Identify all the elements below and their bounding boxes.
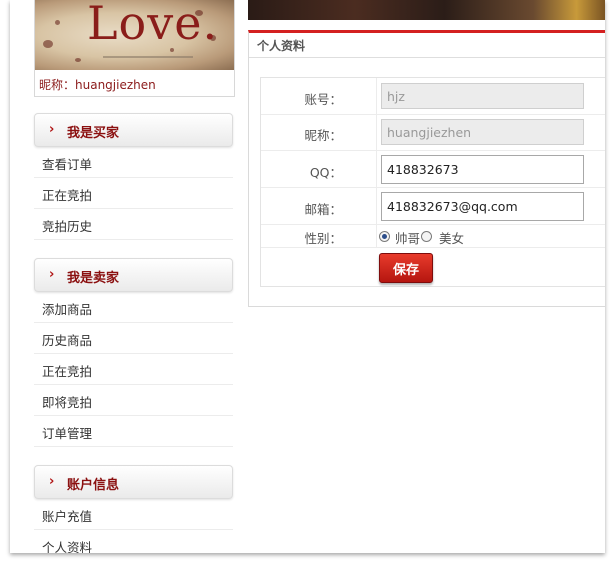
sidebar-item-upcoming-auctions[interactable]: 即将竞拍 xyxy=(34,385,233,416)
avatar: Love. xyxy=(35,0,234,70)
form-label-cell: 昵称： xyxy=(261,115,377,150)
section-title: 账户信息 xyxy=(67,478,120,493)
sidebar-item-bid-history[interactable]: 竞拍历史 xyxy=(34,209,233,240)
sidebar-item-label: 添加商品 xyxy=(42,302,93,317)
section-title: 我是卖家 xyxy=(67,271,120,286)
email-field[interactable] xyxy=(381,192,584,221)
gender-radio-female[interactable] xyxy=(421,231,432,242)
sidebar-item-label: 个人资料 xyxy=(42,540,93,553)
top-banner-image xyxy=(248,0,605,20)
gender-radio-male[interactable] xyxy=(379,231,390,242)
section-buyer-header[interactable]: › 我是买家 xyxy=(34,113,233,147)
nickname-label: 昵称： xyxy=(39,78,76,92)
form-row-nickname: 昵称： xyxy=(261,115,605,151)
sidebar-item-add-product[interactable]: 添加商品 xyxy=(34,292,233,323)
avatar-text: Love. xyxy=(87,0,219,50)
account-label: 账号： xyxy=(304,92,342,107)
form-label-cell: QQ： xyxy=(261,151,377,187)
sidebar-item-bidding[interactable]: 正在竞拍 xyxy=(34,178,233,209)
gender-option-label: 帅哥 xyxy=(395,231,421,246)
nickname-value: huangjiezhen xyxy=(75,78,156,92)
sidebar-item-label: 账户充值 xyxy=(42,509,93,524)
chevron-right-icon: › xyxy=(49,122,55,137)
form-row-qq: QQ： xyxy=(261,151,605,188)
sidebar-item-label: 历史商品 xyxy=(42,333,93,348)
sidebar-item-profile[interactable]: 个人资料 xyxy=(34,530,233,553)
profile-card: Love. 昵称：huangjiezhen xyxy=(34,0,235,97)
sidebar-item-product-history[interactable]: 历史商品 xyxy=(34,323,233,354)
form-row-email: 邮箱： xyxy=(261,188,605,225)
sidebar-item-label: 订单管理 xyxy=(42,426,93,441)
email-label: 邮箱： xyxy=(304,202,342,217)
sidebar-item-seller-bidding[interactable]: 正在竞拍 xyxy=(34,354,233,385)
sidebar-item-order-management[interactable]: 订单管理 xyxy=(34,416,233,447)
qq-label: QQ： xyxy=(309,165,342,180)
form-row-gender: 性别： 帅哥 美女 xyxy=(261,225,605,247)
divider xyxy=(249,57,605,58)
sidebar-item-recharge[interactable]: 账户充值 xyxy=(34,499,233,530)
gender-label: 性别： xyxy=(304,231,342,246)
panel-title: 个人资料 xyxy=(257,39,306,53)
gender-option-label: 美女 xyxy=(439,231,465,246)
profile-panel: 个人资料 账号： 昵称： QQ： 邮箱： 性别： 帅哥 xyxy=(248,30,605,307)
section-title: 我是买家 xyxy=(67,126,120,141)
form-label-cell: 账号： xyxy=(261,78,377,114)
nickname-field[interactable] xyxy=(381,119,584,145)
nickname-line: 昵称：huangjiezhen xyxy=(39,76,156,93)
nickname-field-label: 昵称： xyxy=(304,128,342,143)
sidebar-item-view-orders[interactable]: 查看订单 xyxy=(34,147,233,178)
sidebar-item-label: 即将竞拍 xyxy=(42,395,93,410)
avatar-caption-line xyxy=(103,56,193,58)
qq-field[interactable] xyxy=(381,155,584,184)
form-label-cell: 性别： xyxy=(261,225,377,247)
profile-form: 账号： 昵称： QQ： 邮箱： 性别： 帅哥 美女 xyxy=(260,77,605,287)
form-row-account: 账号： xyxy=(261,78,605,115)
save-button[interactable]: 保存 xyxy=(379,253,433,283)
chevron-right-icon: › xyxy=(49,474,55,489)
form-label-cell: 邮箱： xyxy=(261,188,377,224)
chevron-right-icon: › xyxy=(49,267,55,282)
sidebar-item-label: 竞拍历史 xyxy=(42,219,93,234)
sidebar-item-label: 正在竞拍 xyxy=(42,188,93,203)
page-frame: Love. 昵称：huangjiezhen › 我是买家 查看订单 正在竞拍 竞… xyxy=(10,0,605,553)
divider xyxy=(261,247,605,248)
section-seller-header[interactable]: › 我是卖家 xyxy=(34,258,233,292)
sidebar-item-label: 查看订单 xyxy=(42,157,93,172)
account-field[interactable] xyxy=(381,83,584,109)
section-account-header[interactable]: › 账户信息 xyxy=(34,465,233,499)
sidebar-item-label: 正在竞拍 xyxy=(42,364,93,379)
